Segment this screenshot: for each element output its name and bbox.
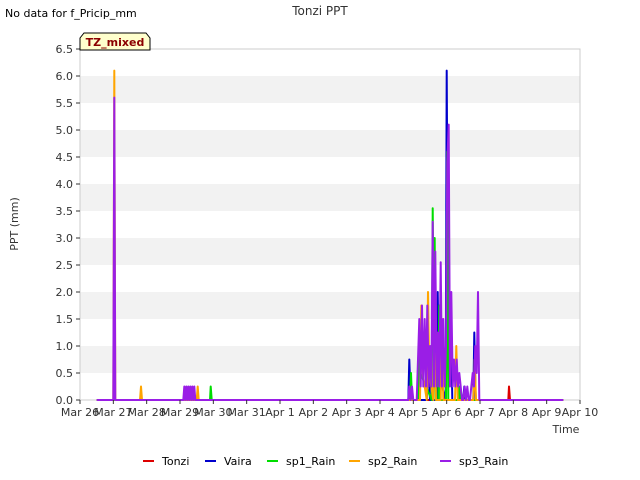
legend-label: sp2_Rain	[368, 455, 417, 468]
tz-mixed-badge: TZ_mixed	[79, 32, 151, 51]
x-tick-label: Mar 31	[228, 406, 266, 419]
x-tick-label: Apr 2	[299, 406, 329, 419]
series-line-tonzi	[96, 385, 564, 401]
y-tick-label: 2.5	[56, 259, 74, 272]
y-tick-label: 0.5	[56, 367, 74, 380]
y-tick-label: 2.0	[56, 286, 74, 299]
y-tick-label: 5.5	[56, 97, 74, 110]
chart-title: Tonzi PPT	[291, 4, 348, 18]
y-tick-label: 6.0	[56, 70, 74, 83]
x-tick-label: Apr 1	[265, 406, 295, 419]
legend-label: Vaira	[224, 455, 252, 468]
x-tick-label: Apr 7	[465, 406, 495, 419]
x-axis-label: Time	[552, 423, 580, 436]
legend: Tonzi Vaira sp1_Rain sp2_Rain sp3_Rain	[143, 455, 508, 468]
y-tick-label: 3.5	[56, 205, 74, 218]
x-tick-label: Apr 4	[365, 406, 395, 419]
y-tick-label: 1.5	[56, 313, 74, 326]
y-ticks: 0.00.51.01.52.02.53.03.54.04.55.05.56.06…	[56, 43, 80, 407]
y-tick-label: 4.5	[56, 151, 74, 164]
x-tick-label: Apr 10	[562, 406, 599, 419]
x-tick-label: Apr 3	[332, 406, 362, 419]
x-tick-label: Apr 5	[399, 406, 429, 419]
y-tick-label: 1.0	[56, 340, 74, 353]
x-tick-label: Apr 6	[432, 406, 462, 419]
grid-band	[80, 238, 580, 265]
y-tick-label: 6.5	[56, 43, 74, 56]
grid-band	[80, 76, 580, 103]
y-axis-label: PPT (mm)	[8, 197, 21, 251]
y-tick-label: 5.0	[56, 124, 74, 137]
legend-label: sp1_Rain	[286, 455, 335, 468]
grid-band	[80, 184, 580, 211]
chart: 0.00.51.01.52.02.53.03.54.04.55.05.56.06…	[8, 4, 598, 468]
legend-label: Tonzi	[161, 455, 189, 468]
y-tick-label: 4.0	[56, 178, 74, 191]
grid-band	[80, 130, 580, 157]
badge-label: TZ_mixed	[86, 36, 145, 49]
x-ticks: Mar 26Mar 27Mar 28Mar 29Mar 30Mar 31 Apr …	[61, 400, 598, 419]
grid-band	[80, 346, 580, 373]
grid-bands	[80, 76, 580, 373]
grid-band	[80, 292, 580, 319]
legend-label: sp3_Rain	[459, 455, 508, 468]
x-tick-label: Apr 8	[499, 406, 529, 419]
y-tick-label: 3.0	[56, 232, 74, 245]
x-tick-label: Apr 9	[532, 406, 562, 419]
